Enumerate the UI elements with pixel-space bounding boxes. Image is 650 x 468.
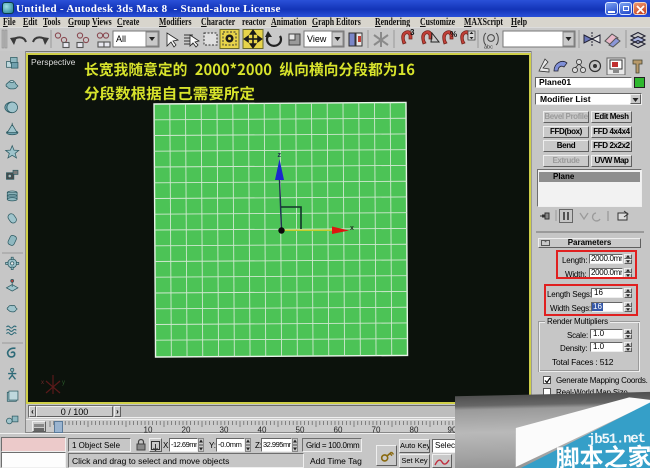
svg-text:3: 3: [410, 28, 415, 37]
svg-text:x: x: [350, 225, 354, 232]
svg-text:abc: abc: [484, 45, 493, 51]
svg-text:%: %: [450, 30, 457, 39]
svg-text:x: x: [41, 380, 44, 386]
svg-text:View: View: [307, 34, 327, 44]
svg-text:z: z: [278, 152, 282, 159]
svg-text:jb51.net: jb51.net: [587, 431, 646, 448]
svg-text:y: y: [62, 380, 65, 386]
svg-text:All: All: [116, 34, 126, 44]
